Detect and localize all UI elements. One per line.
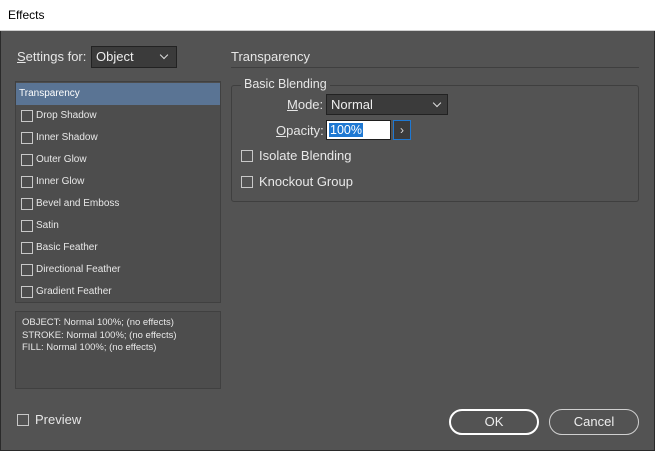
panel-title-divider <box>231 67 639 68</box>
opacity-value: 100% <box>329 123 363 137</box>
blend-mode-value: Normal <box>331 97 373 112</box>
effect-item-drop-shadow[interactable]: Drop Shadow <box>16 105 220 127</box>
knockout-group-option[interactable]: Knockout Group <box>241 174 353 189</box>
window-frame-left <box>0 31 1 451</box>
preview-checkbox[interactable] <box>17 414 29 426</box>
effect-label: Basic Feather <box>36 242 98 253</box>
isolate-blending-checkbox[interactable] <box>241 150 253 162</box>
basic-feather-checkbox[interactable] <box>21 242 33 254</box>
effect-item-bevel-and-emboss[interactable]: Bevel and Emboss <box>16 193 220 215</box>
effect-label: Outer Glow <box>36 154 87 165</box>
settings-for-label: Settings for: <box>17 49 87 64</box>
preview-label: Preview <box>35 412 82 427</box>
effects-list: Transparency Drop Shadow Inner Shadow Ou… <box>15 81 221 303</box>
summary-object: OBJECT: Normal 100%; (no effects) <box>22 317 174 328</box>
summary-stroke: STROKE: Normal 100%; (no effects) <box>22 329 177 341</box>
chevron-down-icon <box>432 98 442 108</box>
effect-label: Inner Glow <box>36 176 85 187</box>
opacity-slider-button[interactable]: › <box>393 120 411 140</box>
blend-mode-select[interactable]: Normal <box>326 94 448 115</box>
effects-summary: OBJECT: Normal 100%; (no effects) STROKE… <box>15 311 221 389</box>
opacity-input[interactable]: 100% <box>326 120 391 140</box>
chevron-right-icon: › <box>400 123 404 137</box>
knockout-group-checkbox[interactable] <box>241 176 253 188</box>
effect-item-satin[interactable]: Satin <box>16 215 220 237</box>
effect-label: Drop Shadow <box>36 110 97 121</box>
effect-label: Directional Feather <box>36 264 121 275</box>
effect-item-transparency[interactable]: Transparency <box>16 83 220 105</box>
ok-button[interactable]: OK <box>449 409 539 435</box>
effect-item-inner-shadow[interactable]: Inner Shadow <box>16 127 220 149</box>
mode-label: Mode: <box>287 97 324 112</box>
cancel-button[interactable]: Cancel <box>549 409 639 435</box>
effect-label: Bevel and Emboss <box>36 198 120 209</box>
drop-shadow-checkbox[interactable] <box>21 110 33 122</box>
isolate-blending-label: Isolate Blending <box>259 148 352 163</box>
effect-label: Satin <box>36 220 59 231</box>
satin-checkbox[interactable] <box>21 220 33 232</box>
effect-item-basic-feather[interactable]: Basic Feather <box>16 237 220 259</box>
basic-blending-title: Basic Blending <box>241 77 330 91</box>
inner-glow-checkbox[interactable] <box>21 176 33 188</box>
window-title: Effects <box>0 0 655 31</box>
summary-fill: FILL: Normal 100%; (no effects) <box>22 342 157 353</box>
effect-item-inner-glow[interactable]: Inner Glow <box>16 171 220 193</box>
directional-feather-checkbox[interactable] <box>21 264 33 276</box>
outer-glow-checkbox[interactable] <box>21 154 33 166</box>
preview-option[interactable]: Preview <box>17 412 82 427</box>
bevel-and-emboss-checkbox[interactable] <box>21 198 33 210</box>
inner-shadow-checkbox[interactable] <box>21 132 33 144</box>
gradient-feather-checkbox[interactable] <box>21 286 33 298</box>
opacity-label: Opacity: <box>276 123 324 138</box>
knockout-group-label: Knockout Group <box>259 174 353 189</box>
effect-label: Transparency <box>19 88 80 99</box>
effect-label: Gradient Feather <box>36 286 112 297</box>
effect-item-gradient-feather[interactable]: Gradient Feather <box>16 281 220 303</box>
effect-label: Inner Shadow <box>36 132 98 143</box>
chevron-down-icon <box>159 50 169 60</box>
effect-item-outer-glow[interactable]: Outer Glow <box>16 149 220 171</box>
settings-for-select[interactable]: Object <box>91 46 177 68</box>
effect-item-directional-feather[interactable]: Directional Feather <box>16 259 220 281</box>
isolate-blending-option[interactable]: Isolate Blending <box>241 148 352 163</box>
settings-for-value: Object <box>96 49 134 64</box>
panel-title: Transparency <box>231 49 310 64</box>
